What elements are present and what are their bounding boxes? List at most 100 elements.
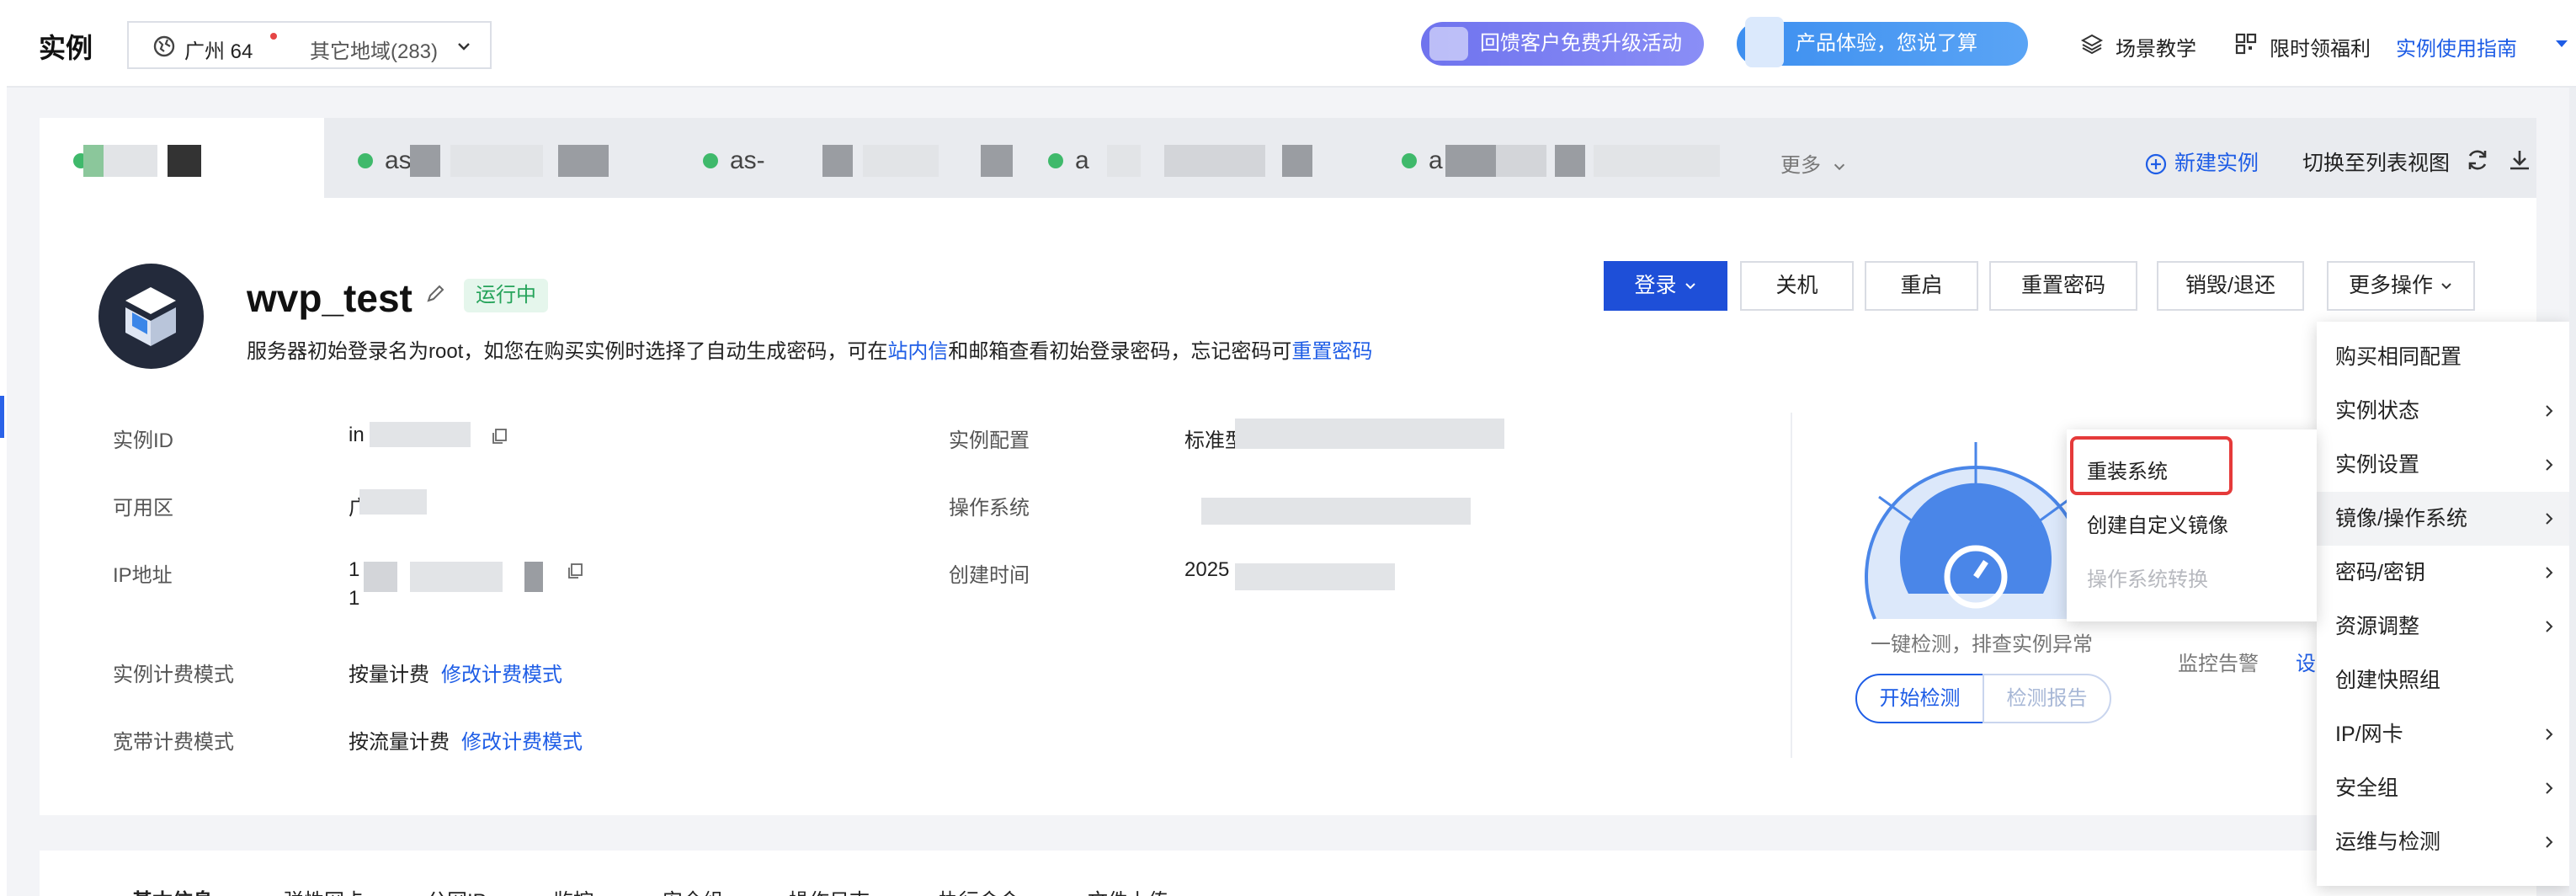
menu-item-label: 实例设置 — [2335, 453, 2420, 477]
promo-feedback-label: 产品体验，您说了算 — [1796, 32, 1977, 55]
more-tabs-dropdown[interactable]: 更多 — [1780, 148, 1847, 178]
menu-item-instance-status[interactable]: 实例状态 — [2317, 384, 2569, 438]
notice-text: 服务器初始登录名为root，如您在购买实例时选择了自动生成密码，可在 — [247, 340, 888, 363]
menu-item-buy-same[interactable]: 购买相同配置 — [2317, 330, 2569, 384]
redacted-text — [168, 145, 201, 177]
menu-item-image-os[interactable]: 镜像/操作系统 — [2317, 492, 2569, 546]
diagnose-report-button[interactable]: 检测报告 — [1983, 674, 2111, 723]
copy-icon[interactable] — [566, 562, 584, 580]
redacted-text — [1107, 145, 1141, 177]
submenu-item-reinstall-system[interactable]: 重装系统 — [2087, 455, 2168, 484]
change-billing-link[interactable]: 修改计费模式 — [441, 664, 562, 686]
side-indicator — [0, 396, 4, 438]
destroy-button[interactable]: 销毁/退还 — [2157, 261, 2304, 311]
welfare-link[interactable]: 限时领福利 — [2270, 32, 2371, 61]
page-title: 实例 — [39, 33, 93, 63]
zone-label: 可用区 — [113, 497, 173, 520]
site-message-link[interactable]: 站内信 — [887, 340, 948, 363]
redacted-text — [1282, 145, 1312, 177]
redacted-text — [1164, 145, 1265, 177]
redacted-text — [1496, 145, 1546, 177]
chevron-right-icon — [2546, 513, 2553, 525]
bandwidth-billing-value: 按流量计费 修改计费模式 — [349, 725, 583, 755]
instance-name: wvp_test — [247, 276, 412, 320]
reset-password-link[interactable]: 重置密码 — [1291, 340, 1372, 363]
instance-tab-strip: as as- a a 更多 新建实例 切换至列表视图 — [40, 118, 2536, 198]
copy-icon[interactable] — [490, 427, 508, 445]
menu-item-resource-adjust[interactable]: 资源调整 — [2317, 600, 2569, 653]
tab-eni[interactable]: 弹性网卡 — [284, 884, 365, 896]
instance-tab[interactable]: a — [1368, 118, 1755, 198]
login-button[interactable]: 登录 — [1604, 261, 1727, 311]
ip-label: IP地址 — [113, 564, 173, 587]
menu-item-instance-settings[interactable]: 实例设置 — [2317, 438, 2569, 492]
instance-tab-label: a — [1429, 147, 1443, 174]
globe-icon — [153, 35, 175, 57]
chevron-down-icon — [1834, 163, 1844, 170]
billing-mode-value: 按量计费 修改计费模式 — [349, 658, 562, 687]
chevron-right-icon — [2546, 836, 2553, 848]
qr-code-icon — [2235, 33, 2257, 55]
change-bandwidth-billing-link[interactable]: 修改计费模式 — [461, 731, 583, 754]
instance-tab-label: as — [385, 147, 412, 174]
tab-public-ip[interactable]: 公网IP — [427, 884, 487, 896]
left-edge — [0, 0, 7, 896]
instance-tab[interactable]: as- — [669, 118, 1014, 198]
usage-guide-link[interactable]: 实例使用指南 — [2396, 32, 2517, 61]
tab-run-command[interactable]: 执行命令 — [939, 884, 1019, 896]
detail-tabs-bar: 基本信息 弹性网卡 公网IP 监控 安全组 操作日志 执行命令 文件上传 — [40, 851, 2536, 896]
switch-list-view-button[interactable]: 切换至列表视图 — [2302, 147, 2450, 177]
chevron-right-icon — [2546, 459, 2553, 471]
start-diagnose-button[interactable]: 开始检测 — [1855, 674, 1984, 723]
login-notice: 服务器初始登录名为root，如您在购买实例时选择了自动生成密码，可在站内信和邮箱… — [247, 334, 1372, 364]
more-actions-button[interactable]: 更多操作 — [2327, 261, 2475, 311]
menu-item-password-key[interactable]: 密码/密钥 — [2317, 546, 2569, 600]
reset-password-button[interactable]: 重置密码 — [1989, 261, 2137, 311]
download-icon[interactable] — [2506, 147, 2533, 173]
chevron-right-icon — [2546, 728, 2553, 740]
tab-security-group[interactable]: 安全组 — [663, 884, 723, 896]
redacted-text — [359, 489, 427, 515]
instance-tab[interactable]: a — [1014, 118, 1368, 198]
chevron-down-icon — [458, 43, 470, 51]
promo-feedback-banner[interactable]: 产品体验，您说了算 — [1737, 17, 2028, 67]
redacted-text — [863, 145, 939, 177]
restart-button[interactable]: 重启 — [1865, 261, 1978, 311]
menu-item-ops-detect[interactable]: 运维与检测 — [2317, 815, 2569, 869]
instance-tab-active[interactable] — [40, 118, 324, 198]
redacted-text — [104, 145, 157, 177]
menu-item-ip-nic[interactable]: IP/网卡 — [2317, 707, 2569, 761]
redacted-text — [410, 562, 503, 592]
shutdown-button[interactable]: 关机 — [1740, 261, 1854, 311]
tab-basic-info[interactable]: 基本信息 — [132, 884, 213, 896]
monitor-alarm-label: 监控告警 — [2178, 653, 2259, 675]
edit-pencil-icon[interactable] — [423, 282, 447, 306]
plus-circle-icon — [2145, 154, 2167, 175]
chevron-right-icon — [2546, 567, 2553, 579]
submenu-item-create-custom-image[interactable]: 创建自定义镜像 — [2087, 509, 2228, 538]
promo-upgrade-banner[interactable]: 回馈客户免费升级活动 — [1421, 22, 1704, 66]
server-cube-icon — [125, 287, 176, 346]
monitor-settings-link[interactable]: 设 — [2296, 647, 2316, 676]
running-status-dot — [1048, 153, 1063, 168]
menu-item-security-group[interactable]: 安全组 — [2317, 761, 2569, 815]
menu-item-label: 运维与检测 — [2335, 830, 2441, 854]
redacted-text — [410, 145, 440, 177]
page-scrollbar[interactable] — [2569, 88, 2576, 896]
image-os-submenu: 重装系统 创建自定义镜像 操作系统转换 — [2067, 429, 2317, 621]
tab-file-upload[interactable]: 文件上传 — [1088, 884, 1168, 896]
new-instance-button[interactable]: 新建实例 — [2144, 147, 2259, 177]
created-time-label: 创建时间 — [949, 564, 1030, 587]
billing-mode-label: 实例计费模式 — [113, 664, 234, 686]
instance-tab[interactable]: as — [324, 118, 652, 198]
notification-dot — [270, 33, 277, 40]
scene-tutorial-link[interactable]: 场景教学 — [2116, 32, 2196, 61]
instance-id-value: in — [349, 424, 365, 446]
refresh-icon[interactable] — [2464, 147, 2491, 173]
menu-item-label: 购买相同配置 — [2335, 345, 2462, 369]
chevron-right-icon — [2546, 782, 2553, 794]
tab-monitor[interactable]: 监控 — [553, 884, 593, 896]
tab-operation-log[interactable]: 操作日志 — [789, 884, 870, 896]
region-selector[interactable]: 广州 64 其它地域(283) — [127, 21, 492, 69]
menu-item-create-snapshot-group[interactable]: 创建快照组 — [2317, 653, 2569, 707]
